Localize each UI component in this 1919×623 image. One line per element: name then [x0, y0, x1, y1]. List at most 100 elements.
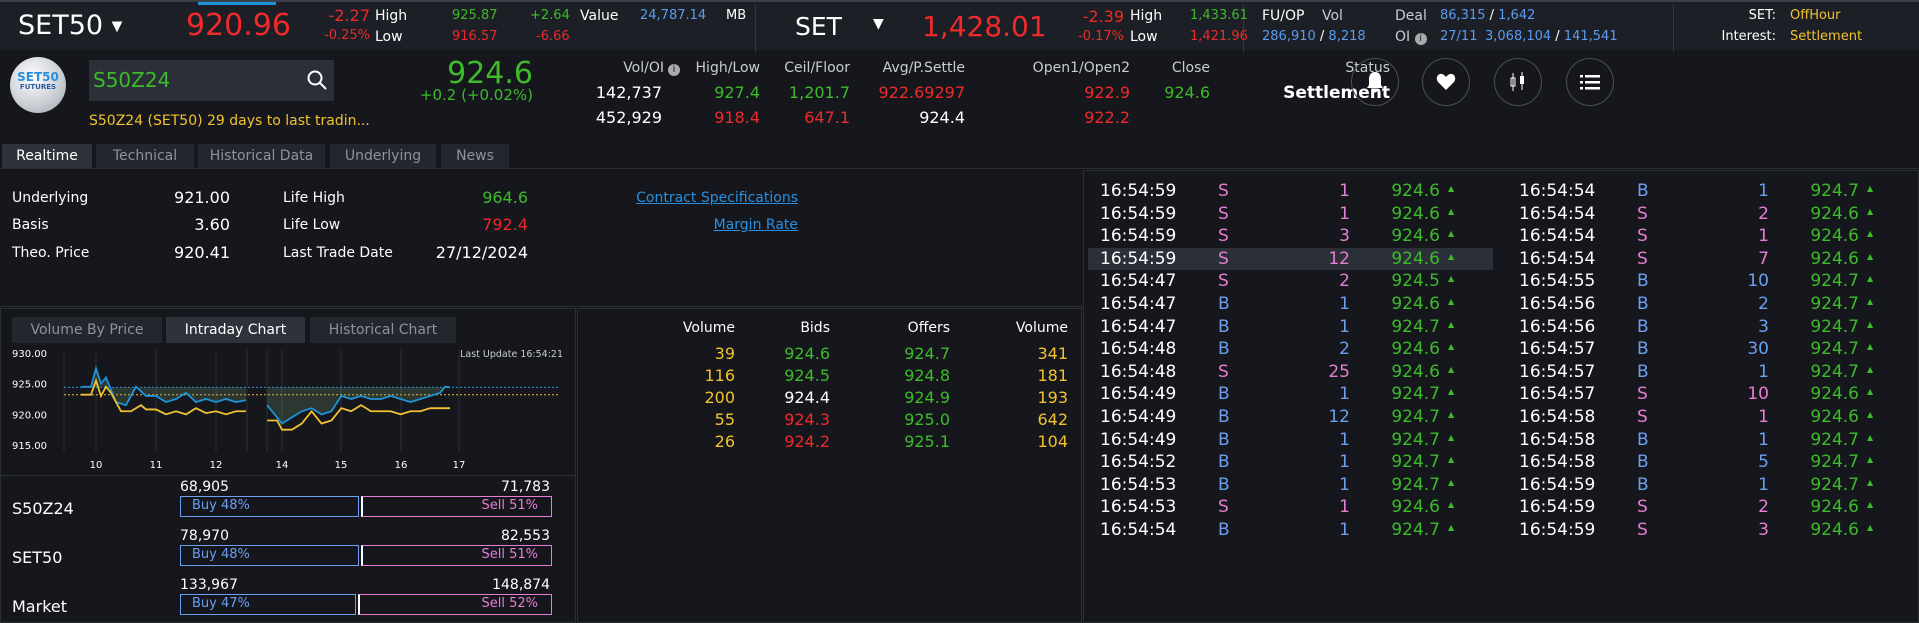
up-arrow-icon: ▲ [1448, 364, 1455, 374]
up-arrow-icon: ▲ [1448, 319, 1455, 329]
trade-side: S [1637, 203, 1648, 224]
intraday-chart: 10 11 12 14 15 16 17 930.00 925.00 920.00 915.00 La… [12, 349, 563, 471]
trade-side: S [1637, 520, 1648, 540]
stat-header: Vol/OI i [610, 60, 680, 76]
set-pct: -0.17% [1078, 29, 1124, 44]
up-arrow-icon: ▲ [1867, 410, 1874, 419]
trade-side: S [1218, 361, 1229, 382]
tab-news[interactable]: News [441, 144, 509, 168]
trade-time: 16:54:56 [1519, 316, 1596, 337]
up-arrow-icon: ▲ [1448, 455, 1455, 465]
up-arrow-icon: ▲ [1867, 184, 1874, 193]
tab-technical[interactable]: Technical [96, 144, 194, 168]
trade-price: 924.7 [1810, 429, 1859, 450]
trade-price: 924.7 [1391, 452, 1440, 473]
offer-price: 925.0 [904, 410, 950, 429]
interest-value: Settlement [1790, 29, 1863, 44]
symbol-search-input[interactable] [93, 66, 293, 94]
trade-side: S [1637, 248, 1648, 269]
tab-realtime[interactable]: Realtime [2, 144, 92, 168]
y-tick-label: 915.00 [12, 441, 47, 452]
trade-time: 16:54:57 [1519, 361, 1596, 382]
offer-price: 924.8 [904, 366, 950, 385]
bid-volume: 55 [714, 410, 735, 429]
trade-side: S [1218, 226, 1229, 247]
trade-time: 16:54:59 [1100, 226, 1177, 247]
set50-pct: -0.25% [324, 28, 370, 43]
fuop-label: FU/OP [1262, 8, 1305, 24]
trade-time: 16:54:47 [1100, 316, 1177, 337]
low-label: Low [375, 29, 403, 45]
up-arrow-icon: ▲ [1448, 432, 1455, 442]
trade-price: 924.7 [1391, 474, 1440, 495]
trade-side: B [1218, 384, 1230, 405]
tab-historical-data[interactable]: Historical Data [198, 144, 325, 168]
info-icon[interactable]: i [668, 64, 680, 76]
set50-low: 916.57 [452, 29, 498, 44]
index-selector-set[interactable]: ▼ [873, 16, 884, 32]
trade-time: 16:54:54 [1519, 181, 1596, 201]
chart-button[interactable] [1494, 58, 1542, 106]
set-last: 1,428.01 [922, 10, 1047, 43]
up-arrow-icon: ▲ [1448, 206, 1455, 216]
chart-tab-historical-chart[interactable]: Historical Chart [310, 317, 456, 343]
offer-price: 924.9 [904, 388, 950, 407]
theo-price-label: Theo. Price [12, 245, 90, 261]
trade-price: 924.7 [1810, 452, 1859, 473]
buy-volume: 68,905 [180, 479, 229, 495]
oi-label: OI i [1395, 29, 1427, 45]
trade-side: B [1637, 429, 1649, 450]
sell-percent: Sell 51% [481, 498, 538, 513]
stat-header: Ceil/Floor [784, 60, 850, 76]
trade-time: 16:54:47 [1100, 294, 1177, 314]
trade-time: 16:54:49 [1100, 407, 1177, 427]
y-tick-label: 920.00 [12, 410, 47, 421]
chart-tab-intraday-chart[interactable]: Intraday Chart [166, 317, 305, 343]
trade-price: 924.6 [1391, 497, 1440, 518]
trade-side: B [1637, 474, 1649, 495]
market-status-value: OffHour [1790, 8, 1841, 23]
up-arrow-icon: ▲ [1448, 342, 1455, 352]
up-arrow-icon: ▲ [1867, 251, 1874, 261]
sell-volume: 82,553 [501, 528, 550, 544]
set50-futures-logo: SET50 FUTURES [10, 57, 66, 113]
close-value: 924.6 [1164, 83, 1210, 102]
stat-header: Close [1171, 60, 1210, 76]
trade-price: 924.6 [1810, 520, 1859, 540]
up-arrow-icon: ▲ [1867, 297, 1874, 306]
stat-header: Open1/Open2 [1032, 60, 1130, 76]
trade-side: B [1218, 474, 1230, 495]
trade-price: 924.7 [1391, 407, 1440, 427]
theo-price-value: 920.41 [174, 243, 230, 262]
trade-price: 924.7 [1810, 339, 1859, 360]
bid-price: 924.4 [784, 388, 830, 407]
high-label: High [1130, 8, 1163, 24]
margin-rate-link[interactable]: Margin Rate [600, 217, 798, 233]
trade-price: 924.7 [1391, 520, 1440, 540]
chart-tab-volume-by-price[interactable]: Volume By Price [12, 317, 162, 343]
bid-volume: 200 [704, 388, 735, 407]
favorite-button[interactable] [1422, 58, 1470, 106]
menu-button[interactable] [1566, 58, 1614, 106]
up-arrow-icon: ▲ [1448, 229, 1455, 239]
symbol-search-field[interactable] [89, 60, 334, 101]
set50-last: 920.96 [186, 8, 291, 43]
tab-underlying[interactable]: Underlying [330, 144, 436, 168]
set-low: 1,421.96 [1190, 29, 1248, 44]
info-icon[interactable]: i [1414, 33, 1427, 45]
contract-specifications-link[interactable]: Contract Specifications [560, 190, 798, 206]
offer-price: 925.1 [904, 432, 950, 451]
trade-time: 16:54:54 [1519, 203, 1596, 224]
order-book-header: Offers [907, 320, 950, 336]
index-selector-set50[interactable]: SET50 ▼ [18, 10, 122, 41]
bid-volume: 39 [714, 344, 735, 363]
value-label: Value [580, 8, 619, 24]
bell-icon [1367, 72, 1383, 93]
life-low-value: 792.4 [482, 215, 528, 234]
up-arrow-icon: ▲ [1448, 184, 1455, 193]
alert-button[interactable] [1351, 58, 1399, 106]
open2-value: 922.2 [1084, 108, 1130, 127]
set50-low-change: -6.66 [536, 29, 570, 44]
search-icon[interactable] [307, 70, 327, 90]
up-arrow-icon: ▲ [1867, 206, 1874, 216]
